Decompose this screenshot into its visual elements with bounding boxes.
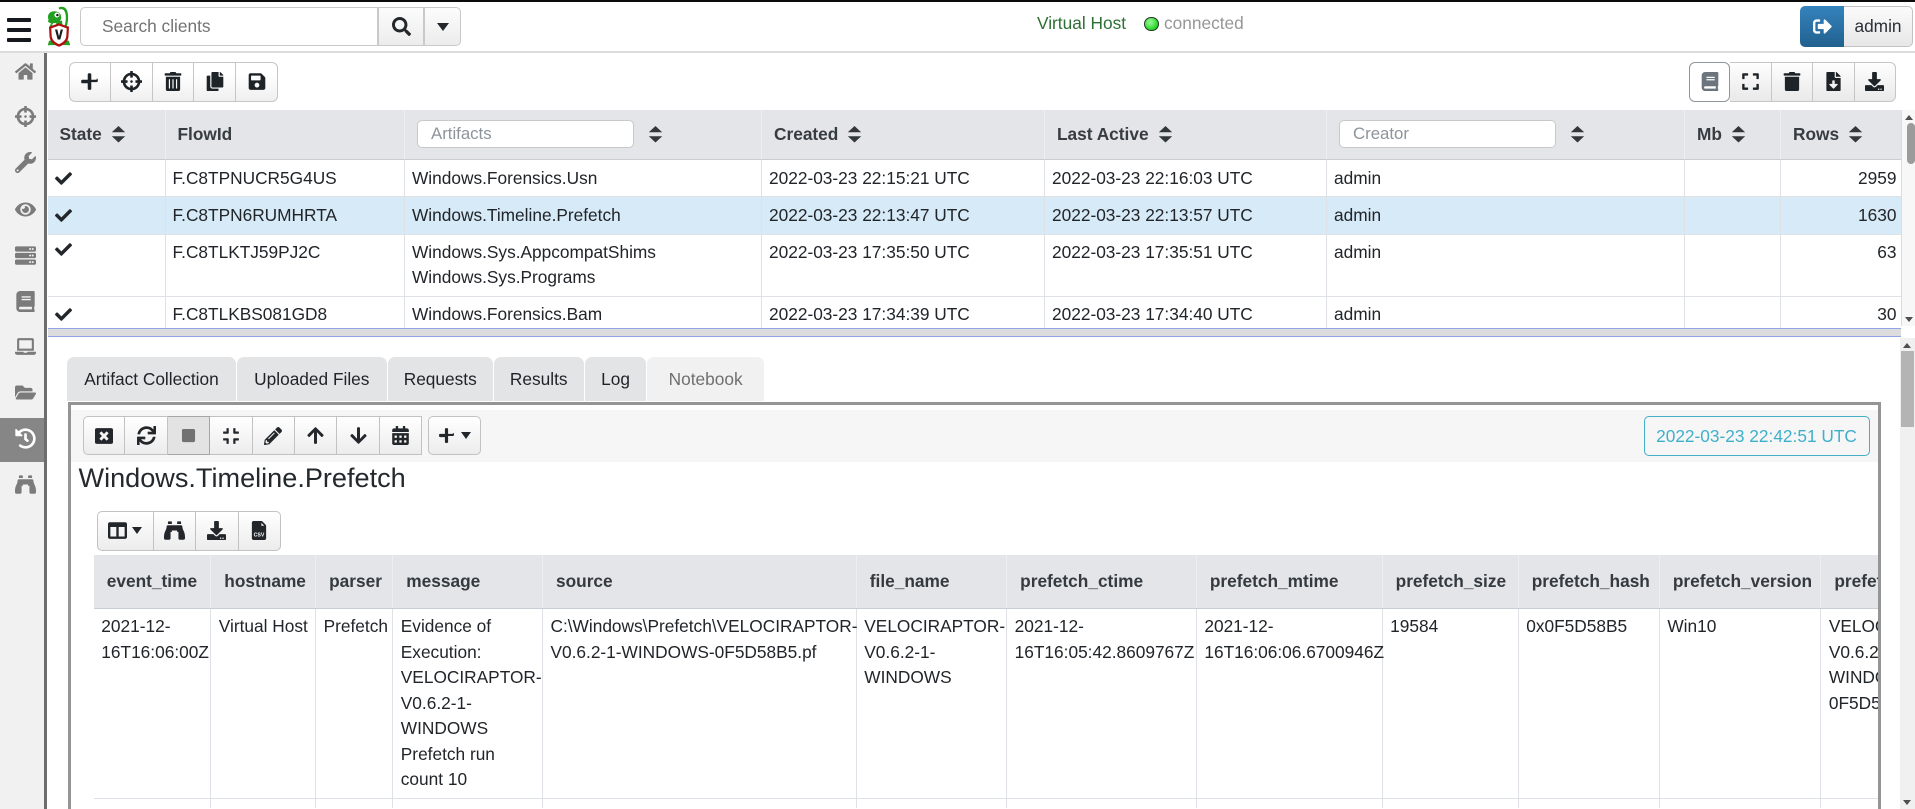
svg-text:CSV: CSV — [254, 533, 265, 539]
